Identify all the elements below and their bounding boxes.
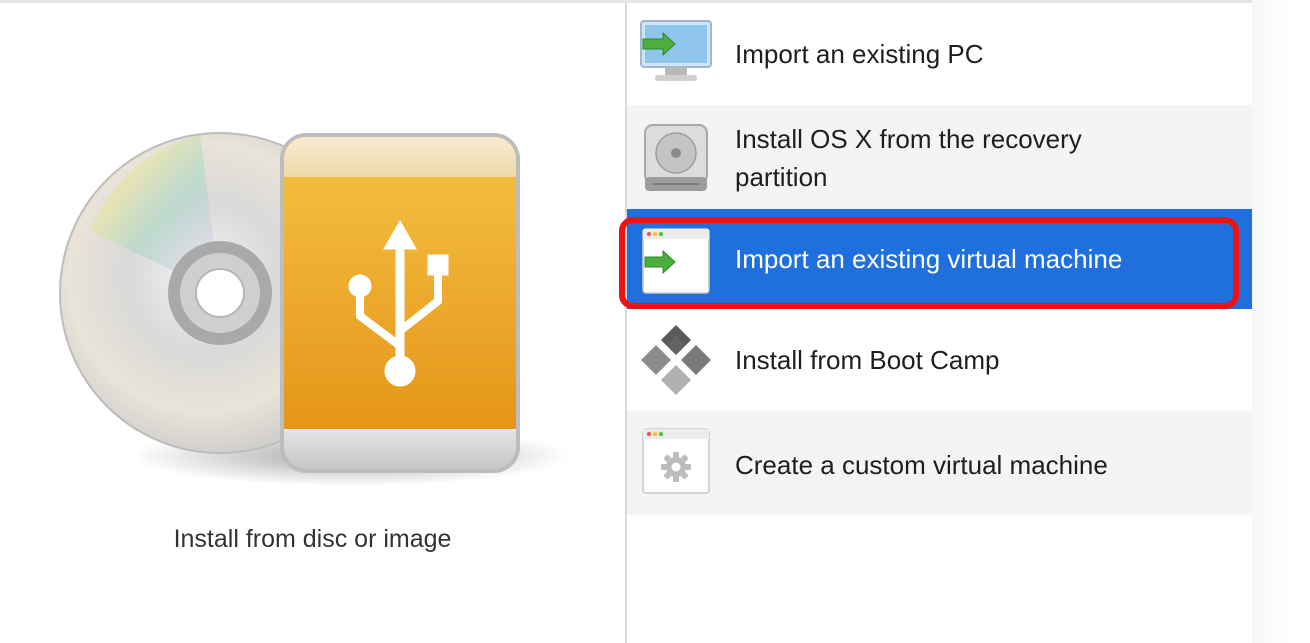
option-boot-camp-label: Install from Boot Camp (735, 345, 1000, 375)
option-boot-camp[interactable]: Install from Boot Camp (627, 309, 1252, 411)
option-custom-vm[interactable]: Create a custom virtual machine (627, 411, 1252, 515)
install-from-disc-option[interactable]: Install from disc or image (0, 3, 625, 643)
window-gear-icon (642, 428, 710, 494)
monitor-arrow-icon (640, 20, 712, 81)
assistant-window: Install from disc or image Import an exi… (0, 0, 1310, 643)
window-arrow-icon (642, 228, 710, 294)
installation-method-list: Import an existing PC Install OS X from … (619, 3, 1252, 643)
option-import-pc-label: Import an existing PC (735, 39, 984, 69)
option-custom-vm-label: Create a custom virtual machine (735, 450, 1108, 480)
option-import-vm[interactable]: Import an existing virtual machine (619, 209, 1252, 309)
option-recovery-partition-label-line1: Install OS X from the recovery (735, 124, 1082, 154)
option-import-pc[interactable]: Import an existing PC (627, 3, 1252, 105)
install-from-disc-label: Install from disc or image (173, 525, 452, 553)
option-recovery-partition-label-line2: partition (735, 162, 828, 192)
option-recovery-partition[interactable]: Install OS X from the recovery partition (627, 105, 1252, 209)
disc-and-usb-icon (59, 132, 570, 486)
option-import-vm-label: Import an existing virtual machine (735, 244, 1123, 274)
boot-camp-icon (641, 325, 711, 395)
hard-drive-icon (644, 124, 708, 191)
background-margin (1252, 0, 1310, 643)
